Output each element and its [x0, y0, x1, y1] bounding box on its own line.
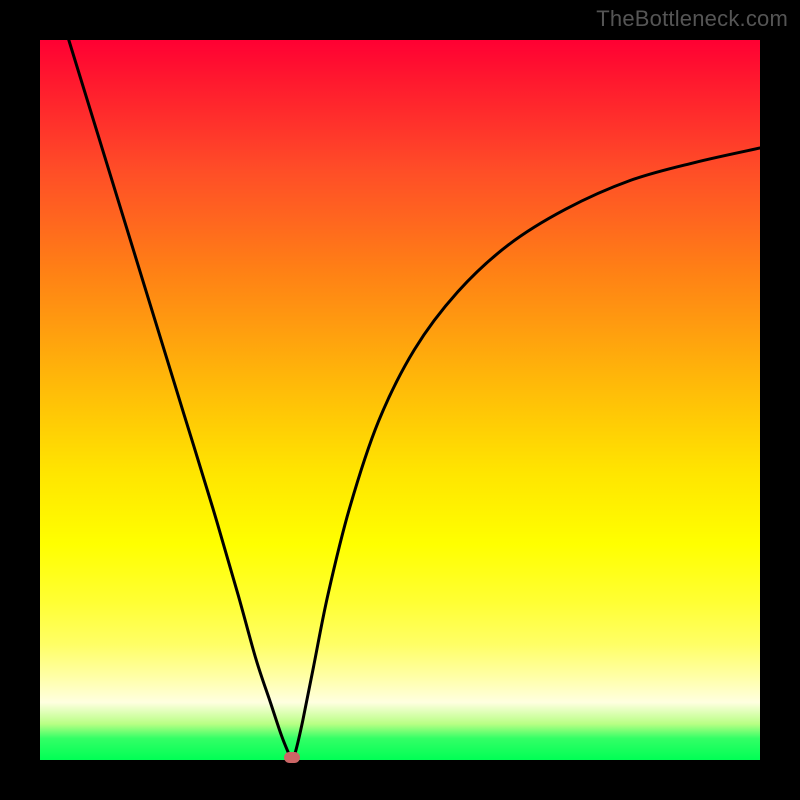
bottleneck-curve — [69, 40, 760, 760]
minimum-marker — [284, 752, 300, 763]
watermark-text: TheBottleneck.com — [596, 6, 788, 32]
chart-frame: TheBottleneck.com — [0, 0, 800, 800]
curve-svg — [40, 40, 760, 760]
chart-plot-area — [40, 40, 760, 760]
